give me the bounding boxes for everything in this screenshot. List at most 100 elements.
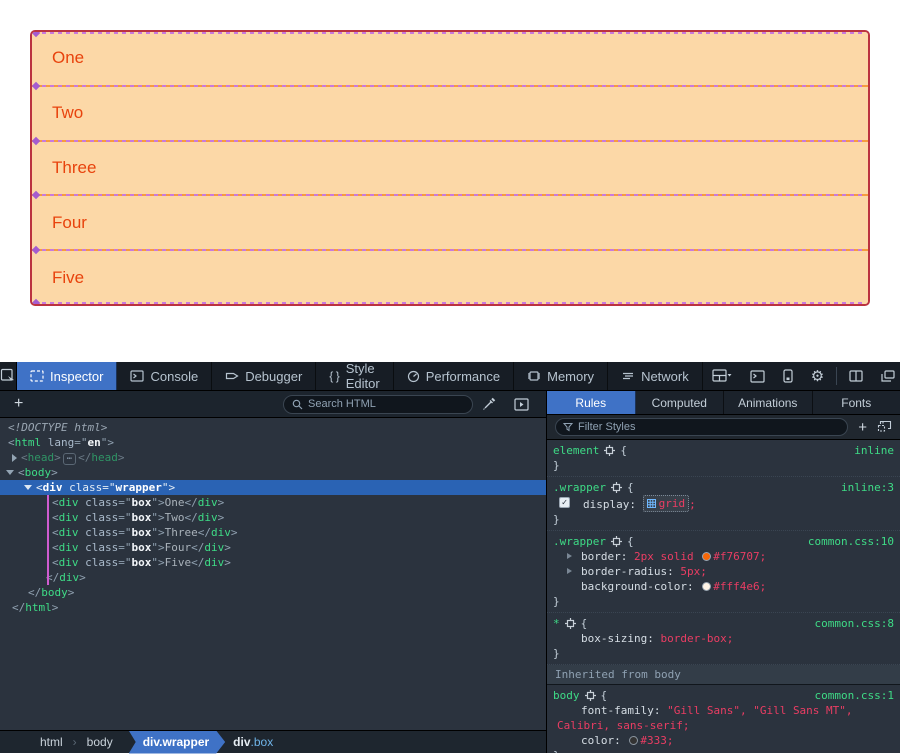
debugger-icon [225,370,239,382]
add-node-button[interactable]: + [8,395,29,413]
markup-line-close-body[interactable]: </body> [0,585,546,600]
tab-memory[interactable]: Memory [514,362,608,390]
color-swatch[interactable] [702,582,711,591]
tab-performance[interactable]: Performance [394,362,514,390]
element-target-icon[interactable] [604,445,615,456]
dock-side-icon[interactable] [840,362,872,390]
breadcrumb-item-selected[interactable]: div.wrapper [129,731,225,754]
declaration-display-grid[interactable]: ✓ display: grid ; [553,495,894,512]
declaration-font-family-wrap[interactable]: Calibri, sans-serif; [553,718,894,733]
markup-line-box[interactable]: <div class="box">Five</div> [0,555,546,570]
tab-label: Inspector [50,369,103,384]
element-target-icon[interactable] [585,690,596,701]
tab-rules[interactable]: Rules [547,391,636,414]
rule-selector[interactable]: element [553,443,599,458]
select-frame-icon[interactable] [703,362,741,390]
filter-styles-input[interactable] [578,421,840,433]
grid-box-five: Five [32,249,868,304]
markup-line-close-div[interactable]: </div> [0,570,546,585]
filter-styles-box[interactable] [555,418,848,436]
search-html-input[interactable] [308,398,464,410]
markup-line-html[interactable]: <html lang="en"> [0,435,546,450]
markup-line-box[interactable]: <div class="box">One</div> [0,495,546,510]
expand-declaration-icon[interactable] [567,568,572,574]
declaration-box-sizing[interactable]: box-sizing: border-box; [553,631,894,646]
breadcrumb-item-html[interactable]: html [30,735,73,749]
grid-icon [647,499,656,508]
rule-selector[interactable]: .wrapper [553,480,606,495]
html-tree: <!DOCTYPE html> <html lang="en"> <head>⋯… [0,418,546,730]
grid-overlay-line [34,85,866,87]
markup-line-close-html[interactable]: </html> [0,600,546,615]
tab-inspector[interactable]: Inspector [17,362,117,390]
declaration-color[interactable]: color: #333; [553,733,894,748]
declaration-border-radius[interactable]: border-radius: 5px; [553,564,894,579]
search-html-box[interactable] [283,395,473,414]
split-console-icon[interactable] [741,362,774,390]
sidebar-tabs: Rules Computed Animations Fonts [547,391,900,415]
markup-line-box[interactable]: <div class="box">Three</div> [0,525,546,540]
tab-network[interactable]: Network [608,362,703,390]
chip-icon [527,370,541,382]
element-target-icon[interactable] [611,482,622,493]
rule-source-link[interactable]: common.css:10 [808,534,894,549]
rule-source-link[interactable]: common.css:1 [815,688,894,703]
add-rule-button[interactable]: + [858,420,867,435]
element-target-icon[interactable] [611,536,622,547]
expand-pane-icon[interactable] [505,398,538,411]
inspector-icon [30,370,44,382]
tab-style-editor[interactable]: { } Style Editor [316,362,393,390]
markup-line-box[interactable]: <div class="box">Two</div> [0,510,546,525]
filter-row: + [547,415,900,440]
declaration-border[interactable]: border: 2px solid #f76707; [553,549,894,564]
tab-debugger[interactable]: Debugger [212,362,316,390]
pick-element-icon[interactable] [0,362,17,390]
css-rule-element: element { inline } [547,440,900,477]
grid-overlay-line [34,302,866,304]
markup-line-wrapper-selected[interactable]: <div class="wrapper"> [0,480,546,495]
tab-label: Network [641,369,689,384]
expand-declaration-icon[interactable] [567,553,572,559]
collapse-arrow-icon[interactable] [6,470,14,475]
responsive-design-icon[interactable] [774,362,802,390]
grid-box-four: Four [32,194,868,249]
collapse-arrow-icon[interactable] [24,485,32,490]
declaration-checkbox[interactable]: ✓ [559,497,570,508]
markup-line-head[interactable]: <head>⋯</head> [0,450,546,465]
grid-highlighter-toggle[interactable]: grid [643,495,690,512]
markup-line-doctype[interactable]: <!DOCTYPE html> [0,420,546,435]
children-guide-line [47,495,49,585]
breadcrumb-item-divbox[interactable]: div.box [233,735,273,749]
separate-window-icon[interactable] [872,362,900,390]
box-label: One [52,48,84,68]
tab-fonts[interactable]: Fonts [813,391,900,414]
rule-selector[interactable]: * [553,616,560,631]
color-swatch[interactable] [702,552,711,561]
browser-viewport: One Two Three Four Five [0,0,900,362]
css-rule-body: body { common.css:1 font-family: "Gill S… [547,685,900,753]
rules-pane: Rules Computed Animations Fonts + [547,391,900,753]
declaration-font-family[interactable]: font-family: "Gill Sans", "Gill Sans MT"… [553,703,894,718]
rule-selector[interactable]: .wrapper [553,534,606,549]
breadcrumb-item-body[interactable]: body [77,735,123,749]
pseudo-class-panel-icon[interactable] [877,420,892,434]
rule-selector[interactable]: body [553,688,580,703]
rule-source-link[interactable]: inline:3 [841,480,894,495]
box-label: Four [52,213,87,233]
tab-console[interactable]: Console [117,362,212,390]
rule-source-link[interactable]: inline [854,443,894,458]
markup-line-box[interactable]: <div class="box">Four</div> [0,540,546,555]
grid-overlay-line [34,140,866,142]
expand-arrow-icon[interactable] [12,454,17,462]
inherited-from-header: Inherited from body [547,665,900,685]
color-swatch[interactable] [629,736,638,745]
eyedropper-icon[interactable] [473,397,505,411]
element-target-icon[interactable] [565,618,576,629]
declaration-background-color[interactable]: background-color: #fff4e6; [553,579,894,594]
tab-computed[interactable]: Computed [636,391,725,414]
tab-animations[interactable]: Animations [724,391,813,414]
markup-line-body[interactable]: <body> [0,465,546,480]
settings-gear-icon[interactable]: ⚙ [802,362,833,390]
gauge-icon [407,370,420,383]
rule-source-link[interactable]: common.css:8 [815,616,894,631]
